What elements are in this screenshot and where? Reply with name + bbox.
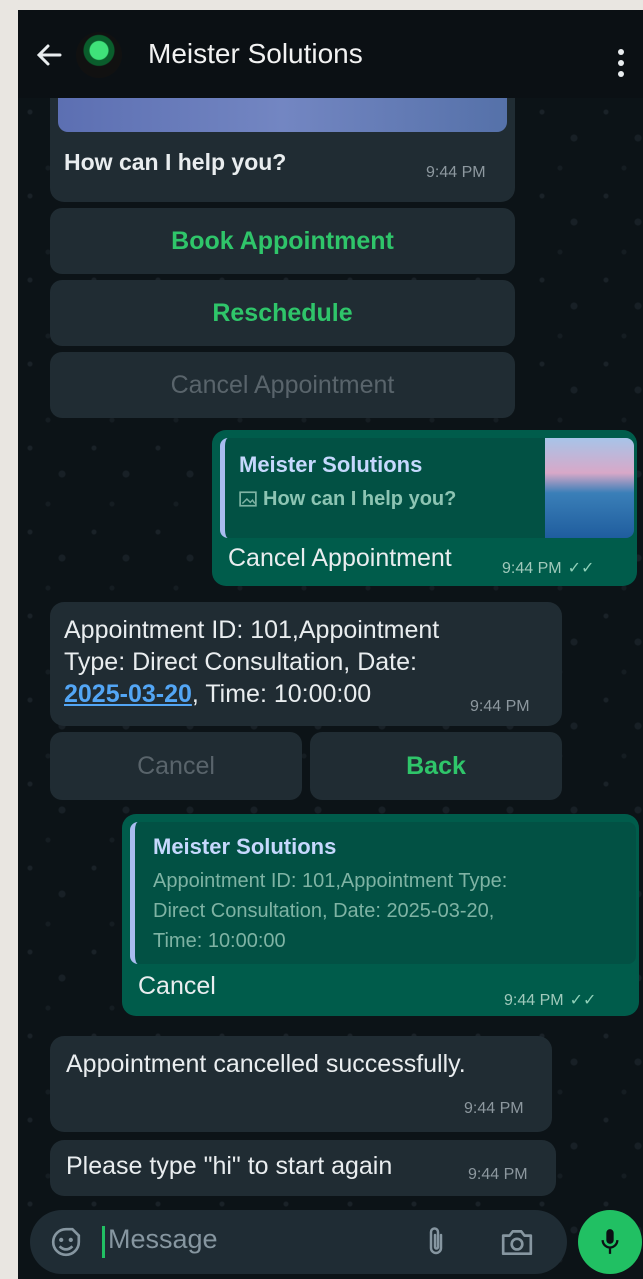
message-composer[interactable]: Message	[30, 1210, 567, 1274]
quote-sender: Meister Solutions	[239, 452, 423, 477]
message-time: 9:44 PM	[426, 164, 486, 181]
quote-text: How can I help you?	[263, 488, 457, 510]
chat-header: Meister Solutions	[18, 10, 643, 98]
restart-bubble: Please type "hi" to start again 9:44 PM	[50, 1140, 556, 1196]
quote-line-3: Time: 10:00:00	[153, 930, 286, 952]
cancel-button[interactable]: Cancel	[50, 732, 302, 800]
outgoing-text: Cancel	[138, 972, 216, 1000]
success-text: Appointment cancelled successfully.	[66, 1050, 466, 1078]
details-line-1: Appointment ID: 101,Appointment	[64, 616, 440, 644]
quote-sender: Meister Solutions	[153, 834, 337, 859]
menu-bubble: How can I help you? 9:44 PM	[50, 98, 515, 202]
date-link[interactable]: 2025-03-20	[64, 680, 192, 708]
message-input[interactable]: Message	[108, 1224, 218, 1255]
menu-image[interactable]	[58, 98, 507, 132]
more-vert-icon[interactable]	[616, 48, 626, 78]
restart-text: Please type "hi" to start again	[66, 1152, 393, 1180]
back-button[interactable]: Back	[310, 732, 562, 800]
read-ticks-icon: ✓✓	[567, 560, 595, 577]
quote-thumbnail	[545, 438, 634, 538]
message-time: 9:44 PM ✓✓	[502, 560, 595, 577]
message-time: 9:44 PM ✓✓	[504, 992, 597, 1009]
success-bubble: Appointment cancelled successfully. 9:44…	[50, 1036, 552, 1132]
message-time: 9:44 PM	[464, 1100, 524, 1117]
message-time: 9:44 PM	[470, 698, 530, 715]
reschedule-button[interactable]: Reschedule	[50, 280, 515, 346]
cancel-appointment-button[interactable]: Cancel Appointment	[50, 352, 515, 418]
text-cursor	[102, 1226, 105, 1258]
outgoing-text: Cancel Appointment	[228, 544, 452, 572]
read-ticks-icon: ✓✓	[569, 992, 597, 1009]
outgoing-bubble: Meister Solutions Appointment ID: 101,Ap…	[122, 814, 639, 1016]
back-arrow-icon[interactable]	[34, 40, 64, 70]
mic-icon	[601, 1229, 619, 1254]
book-appointment-button[interactable]: Book Appointment	[50, 208, 515, 274]
avatar[interactable]	[76, 32, 122, 78]
details-line-3: 2025-03-20, Time: 10:00:00	[64, 680, 372, 708]
menu-text: How can I help you?	[64, 149, 287, 175]
sticker-icon[interactable]	[50, 1226, 82, 1258]
outgoing-bubble: Meister Solutions How can I help you? Ca…	[212, 430, 637, 586]
message-time: 9:44 PM	[468, 1166, 528, 1183]
quote-line-2: Direct Consultation, Date: 2025-03-20,	[153, 900, 495, 922]
details-line-2: Type: Direct Consultation, Date:	[64, 648, 417, 676]
phone-screen: Meister Solutions How can I help you? 9:…	[18, 10, 643, 1279]
mic-button[interactable]	[578, 1210, 642, 1274]
attach-icon[interactable]	[426, 1224, 446, 1258]
image-icon	[239, 491, 257, 507]
quoted-message[interactable]: Meister Solutions How can I help you?	[220, 438, 634, 538]
quote-line-1: Appointment ID: 101,Appointment Type:	[153, 870, 508, 892]
chat-title[interactable]: Meister Solutions	[148, 38, 363, 70]
camera-icon[interactable]	[500, 1227, 534, 1257]
quoted-message[interactable]: Meister Solutions Appointment ID: 101,Ap…	[130, 822, 636, 964]
details-bubble: Appointment ID: 101,Appointment Type: Di…	[50, 602, 562, 726]
